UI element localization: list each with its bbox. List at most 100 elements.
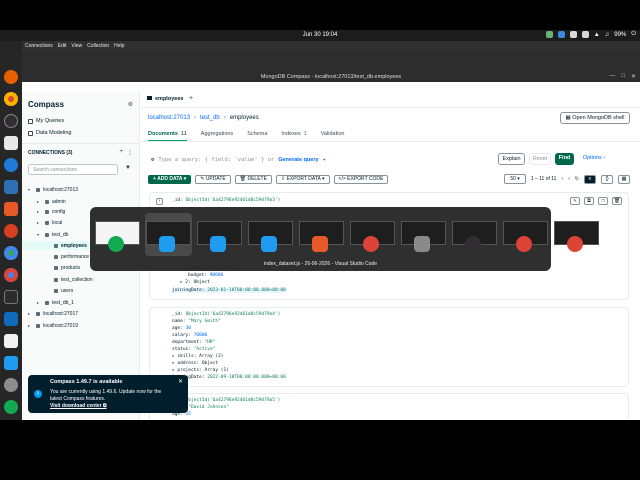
sidebar-tree-item[interactable]: ▸ local — [28, 218, 62, 227]
table-view-icon[interactable]: ▦ — [618, 174, 630, 184]
generate-query-link[interactable]: Generate query — [278, 157, 318, 163]
document-field[interactable]: name: "Mary Smith" — [172, 319, 221, 324]
power-icon[interactable]: ⏻ — [631, 31, 636, 38]
update-button[interactable]: ✎ UPDATE — [195, 175, 231, 184]
breadcrumb-database[interactable]: test_db — [200, 115, 220, 121]
menu-help[interactable]: Help — [114, 43, 124, 49]
document-field[interactable]: ▸ 2: Object — [180, 280, 210, 285]
breadcrumb-connection[interactable]: localhost:27013 — [148, 115, 190, 121]
document-field[interactable]: _id: ObjectId('6a42796e92d61d0c59d79a5') — [172, 398, 280, 403]
chrome-icon-2[interactable] — [4, 246, 18, 260]
prev-page-icon[interactable]: ‹ — [561, 176, 563, 182]
document-card[interactable]: _id: ObjectId('6a42796e92d61d0c59d79a4')… — [149, 307, 629, 387]
postman-icon[interactable] — [4, 224, 18, 238]
sidebar-tree-item[interactable]: ▸ admin — [28, 197, 66, 206]
sidebar-tree-item[interactable]: ▸ localhost:27017 — [28, 309, 78, 318]
tree-caret-icon[interactable]: ▸ — [37, 209, 42, 214]
switcher-window-chrome[interactable] — [502, 213, 549, 256]
document-field[interactable]: budget: 90000 — [188, 273, 223, 278]
sidebar-tree-item[interactable]: ▸ test_db_1 — [28, 298, 74, 307]
tray-indicator-icon[interactable] — [569, 31, 577, 38]
more-options-icon[interactable]: ⋮ — [127, 149, 133, 156]
outlook-icon[interactable] — [4, 312, 18, 326]
delete-button[interactable]: 🗑 DELETE — [234, 175, 272, 184]
json-view-icon[interactable]: {} — [601, 174, 613, 184]
switcher-window-obs-studio[interactable] — [451, 213, 498, 256]
screenshot-icon[interactable] — [4, 180, 18, 194]
document-field[interactable]: ▸ skills: Array (2) — [172, 354, 224, 359]
files-icon[interactable] — [4, 136, 18, 150]
tree-caret-icon[interactable]: ▸ — [28, 311, 33, 316]
document-field[interactable]: department: "HR" — [172, 340, 215, 345]
sidebar-item-my-queries[interactable]: My Queries — [28, 118, 64, 124]
sidebar-tree-item[interactable]: ▾ localhost:27013 — [28, 185, 78, 194]
document-field[interactable]: joiningDate: 2023-01-10T00:00:00.000+00:… — [172, 288, 286, 293]
terminal-icon[interactable] — [4, 290, 18, 304]
tree-caret-icon[interactable]: ▸ — [28, 323, 33, 328]
vscode-icon[interactable] — [4, 356, 18, 370]
add-tab-icon[interactable]: + — [189, 95, 193, 102]
next-page-icon[interactable]: › — [568, 176, 570, 182]
search-connections-input[interactable]: Search connections — [28, 164, 118, 175]
sidebar-tree-item[interactable]: ▾ test_db — [28, 230, 68, 239]
tray-status-icon[interactable] — [545, 31, 553, 38]
menu-edit[interactable]: Edit — [58, 43, 67, 49]
list-view-icon[interactable]: ≡ — [584, 174, 596, 184]
switcher-window-vscode[interactable] — [145, 213, 192, 256]
find-button[interactable]: Find — [555, 153, 574, 165]
switcher-window-vscode[interactable] — [247, 213, 294, 256]
chrome-icon[interactable] — [4, 92, 18, 106]
refresh-icon[interactable]: ↻ — [575, 176, 579, 182]
tree-caret-icon[interactable]: ▾ — [37, 232, 42, 237]
tree-caret-icon[interactable]: ▾ — [28, 187, 33, 192]
sidebar-item-data-modeling[interactable]: Data Modeling — [28, 130, 71, 136]
add-data-button[interactable]: + ADD DATA ▾ — [148, 175, 192, 184]
document-card[interactable]: _id: ObjectId('6a42796e92d61d0c59d79a5')… — [149, 393, 629, 423]
document-field[interactable]: joiningDate: 2022-09-10T00:00:00.000+00:… — [172, 375, 286, 380]
tray-app-icon[interactable] — [557, 31, 565, 38]
volume-icon[interactable]: ♫ — [605, 32, 610, 38]
thunderbird-icon[interactable] — [4, 158, 18, 172]
document-field[interactable]: salary: 70000 — [172, 333, 207, 338]
export-code-button[interactable]: </> EXPORT CODE — [333, 175, 389, 184]
page-size-select[interactable]: 50 ▾ — [504, 174, 526, 184]
sidebar-tree-item[interactable]: users — [28, 286, 73, 295]
close-icon[interactable]: ✕ — [631, 73, 636, 80]
expand-document-icon[interactable]: › — [156, 198, 163, 205]
document-field[interactable]: status: "Active" — [172, 347, 215, 352]
query-options-icon[interactable]: ⚙ — [151, 157, 154, 163]
menu-collection[interactable]: Collection — [87, 43, 109, 49]
chrome-icon-3[interactable] — [4, 268, 18, 282]
sidebar-tree-item[interactable]: ▸ localhost:27019 — [28, 321, 78, 330]
switcher-window-mongodb-compass[interactable] — [94, 213, 141, 256]
text-editor-icon[interactable] — [4, 334, 18, 348]
delete-document-icon[interactable]: 🗑 — [612, 197, 622, 205]
obs-studio-icon[interactable] — [4, 114, 18, 128]
system-clock[interactable]: Jun 30 19:04 — [0, 32, 640, 38]
document-field[interactable]: age: 30 — [172, 326, 191, 331]
add-connection-icon[interactable]: + — [119, 149, 123, 156]
tree-caret-icon[interactable]: ▸ — [37, 199, 42, 204]
download-center-link[interactable]: Visit download center ⧉ — [50, 403, 107, 409]
edit-document-icon[interactable]: ✎ — [570, 197, 580, 205]
clone-document-icon[interactable]: ❒ — [598, 197, 608, 205]
switcher-window-files[interactable] — [400, 213, 447, 256]
document-field[interactable]: _id: ObjectId('6a42796e92d61d0c59d79a4') — [172, 312, 280, 317]
document-field[interactable]: _id: ObjectId('6a42796e92d61d0c59d79a3') — [172, 198, 280, 203]
tree-caret-icon[interactable]: ▸ — [37, 220, 42, 225]
query-bar[interactable]: ⚙ Type a query: { field: 'value' } or Ge… — [151, 154, 489, 166]
switcher-window-postman[interactable] — [298, 213, 345, 256]
firefox-icon[interactable] — [4, 70, 18, 84]
mongodb-compass-icon[interactable] — [4, 400, 18, 414]
sidebar-tree-item[interactable]: products — [28, 263, 80, 272]
sidebar-tree-item[interactable]: performance — [28, 252, 89, 261]
tray-clipboard-icon[interactable] — [581, 31, 589, 38]
menu-view[interactable]: View — [71, 43, 82, 49]
switcher-window-chrome[interactable] — [349, 213, 396, 256]
tab-employees[interactable]: employees — [147, 96, 183, 102]
sidebar-tree-item[interactable]: test_collection — [28, 275, 93, 284]
switcher-window-chrome[interactable] — [553, 213, 600, 256]
settings-gear-icon[interactable]: ⚙ — [128, 101, 133, 108]
export-data-button[interactable]: ⇪ EXPORT DATA ▾ — [275, 175, 330, 184]
explain-button[interactable]: Explain — [498, 153, 525, 165]
